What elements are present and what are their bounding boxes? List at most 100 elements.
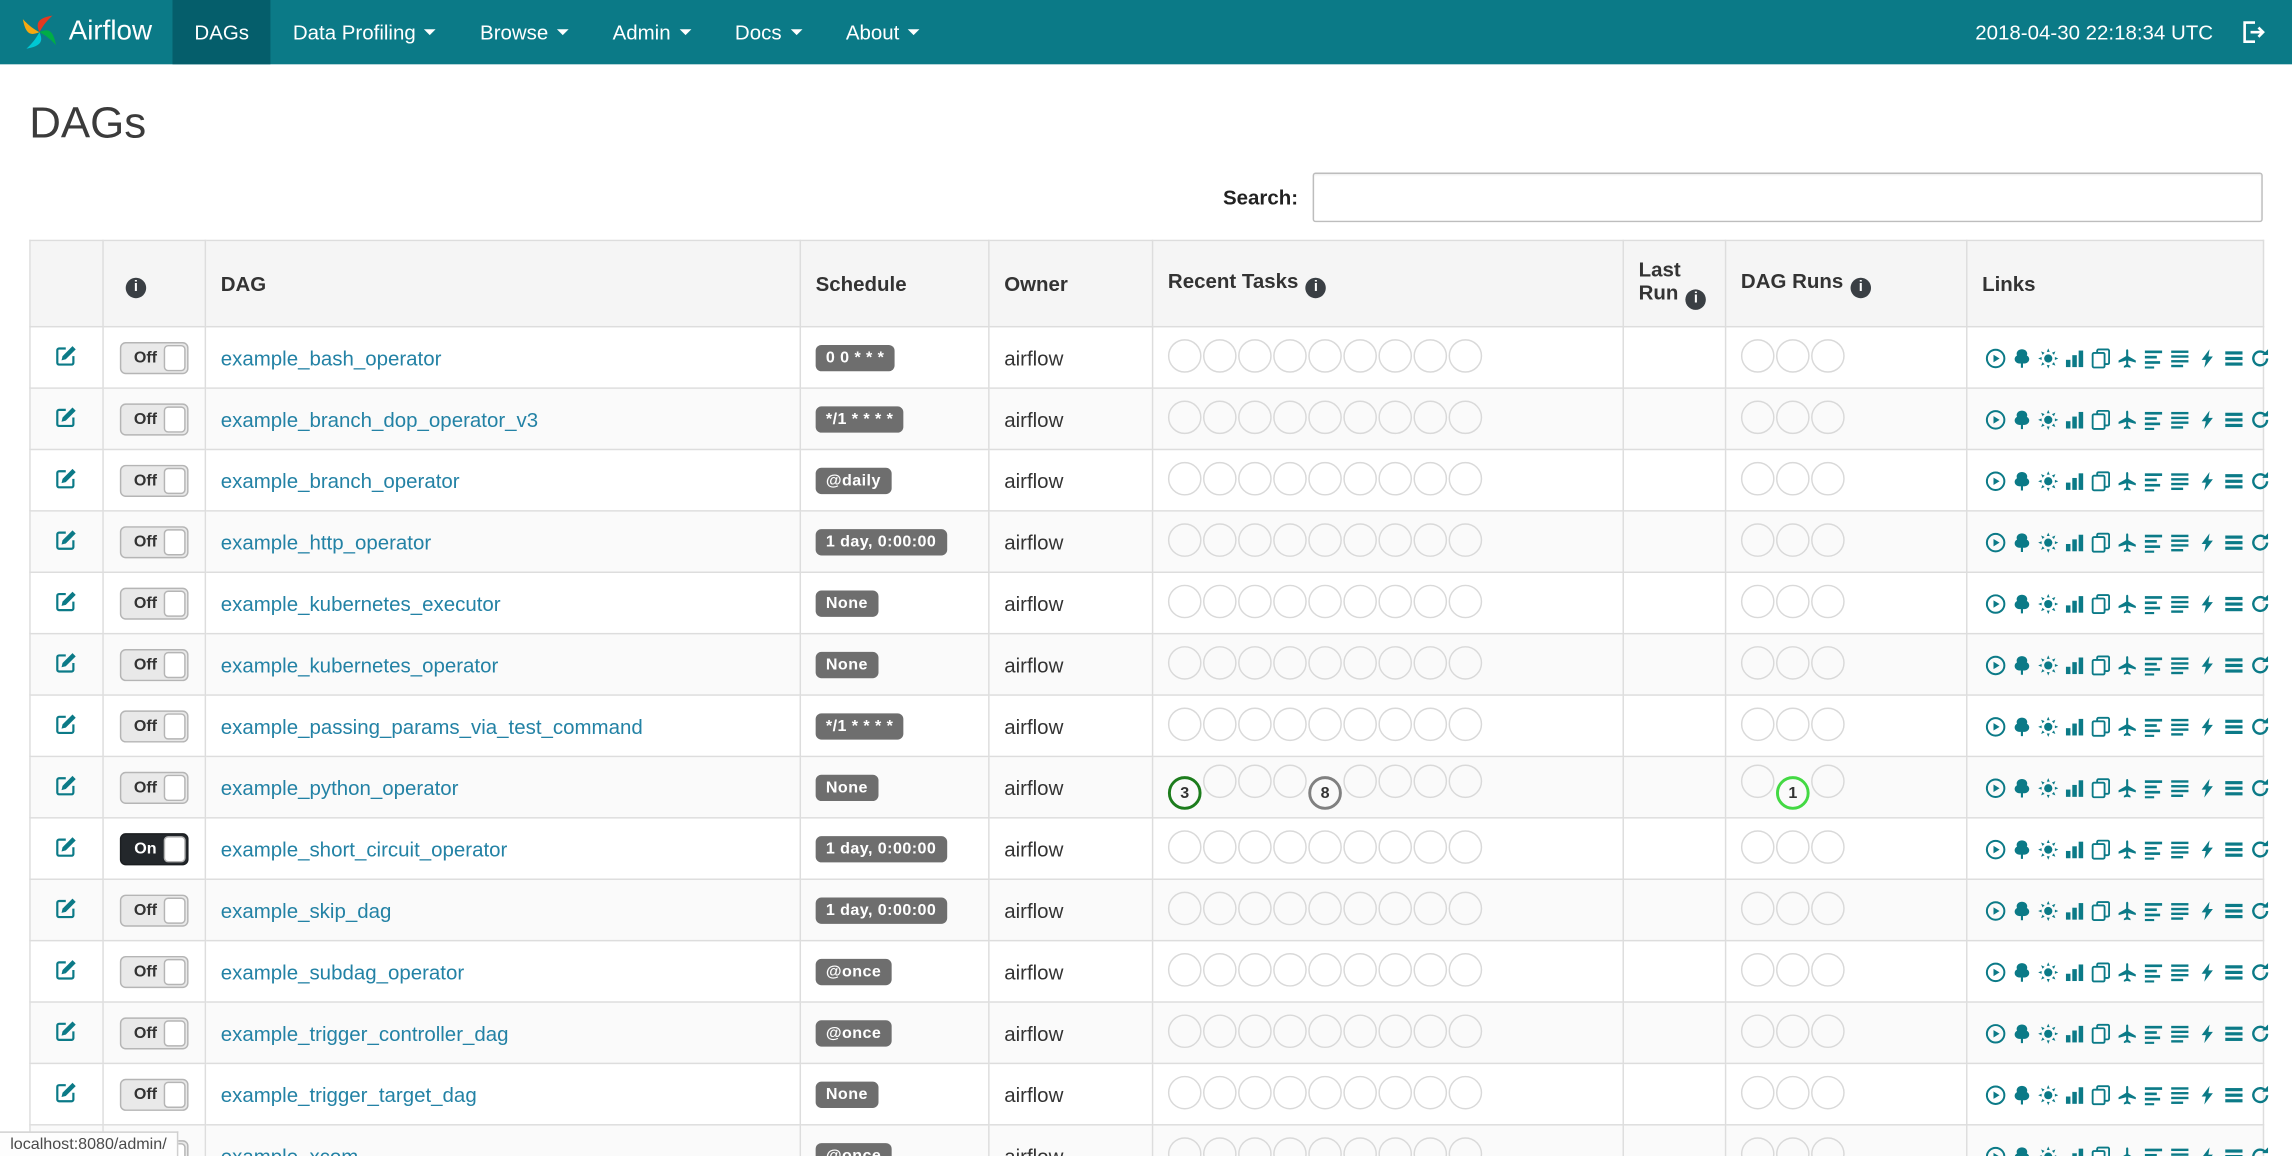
- copy-icon[interactable]: [2091, 410, 2112, 431]
- dag-link[interactable]: example_http_operator: [221, 530, 431, 553]
- copy-icon[interactable]: [2091, 1024, 2112, 1045]
- text-lines-icon[interactable]: [2170, 839, 2191, 860]
- align-left-icon[interactable]: [2143, 471, 2164, 492]
- edit-dag-button[interactable]: [54, 588, 79, 613]
- nav-dags[interactable]: DAGs: [172, 0, 271, 65]
- copy-icon[interactable]: [2091, 839, 2112, 860]
- copy-icon[interactable]: [2091, 655, 2112, 676]
- tree-icon[interactable]: [2011, 962, 2032, 983]
- sunburst-icon[interactable]: [2038, 471, 2059, 492]
- bar-chart-icon[interactable]: [2064, 410, 2085, 431]
- plane-icon[interactable]: [2117, 901, 2138, 922]
- dag-link[interactable]: example_subdag_operator: [221, 960, 464, 983]
- dag-link[interactable]: example_kubernetes_executor: [221, 591, 501, 614]
- edit-dag-button[interactable]: [54, 404, 79, 429]
- dag-link[interactable]: example_branch_dop_operator_v3: [221, 407, 538, 430]
- edit-dag-button[interactable]: [54, 1079, 79, 1104]
- bar-chart-icon[interactable]: [2064, 594, 2085, 615]
- tree-icon[interactable]: [2011, 471, 2032, 492]
- align-left-icon[interactable]: [2143, 348, 2164, 369]
- edit-dag-button[interactable]: [54, 527, 79, 552]
- dag-link[interactable]: example_bash_operator: [221, 346, 442, 369]
- play-circle-icon[interactable]: [1985, 1085, 2006, 1106]
- copy-icon[interactable]: [2091, 1146, 2112, 1156]
- dag-pause-toggle[interactable]: Off: [119, 1078, 189, 1111]
- tree-icon[interactable]: [2011, 532, 2032, 553]
- lightning-icon[interactable]: [2196, 655, 2217, 676]
- lightning-icon[interactable]: [2196, 1085, 2217, 1106]
- plane-icon[interactable]: [2117, 410, 2138, 431]
- lightning-icon[interactable]: [2196, 471, 2217, 492]
- text-lines-icon[interactable]: [2170, 471, 2191, 492]
- schedule-badge[interactable]: 1 day, 0:00:00: [815, 836, 947, 863]
- menu-lines-icon[interactable]: [2223, 839, 2244, 860]
- tree-icon[interactable]: [2011, 839, 2032, 860]
- menu-lines-icon[interactable]: [2223, 655, 2244, 676]
- schedule-badge[interactable]: @daily: [815, 467, 892, 495]
- dag-pause-toggle[interactable]: On: [119, 832, 189, 865]
- menu-lines-icon[interactable]: [2223, 348, 2244, 369]
- dag-link[interactable]: example_xcom: [221, 1144, 359, 1156]
- menu-lines-icon[interactable]: [2223, 1146, 2244, 1156]
- dag-pause-toggle[interactable]: Off: [119, 402, 189, 435]
- plane-icon[interactable]: [2117, 1024, 2138, 1045]
- refresh-icon[interactable]: [2249, 1146, 2270, 1156]
- bar-chart-icon[interactable]: [2064, 778, 2085, 799]
- edit-dag-button[interactable]: [54, 466, 79, 491]
- dag-link[interactable]: example_skip_dag: [221, 898, 392, 921]
- schedule-badge[interactable]: @once: [815, 958, 892, 986]
- sunburst-icon[interactable]: [2038, 901, 2059, 922]
- nav-admin[interactable]: Admin: [591, 0, 713, 64]
- edit-dag-button[interactable]: [54, 1018, 79, 1043]
- recent-task-circle[interactable]: 8: [1308, 776, 1342, 811]
- refresh-icon[interactable]: [2249, 778, 2270, 799]
- text-lines-icon[interactable]: [2170, 594, 2191, 615]
- play-circle-icon[interactable]: [1985, 717, 2006, 738]
- align-left-icon[interactable]: [2143, 655, 2164, 676]
- align-left-icon[interactable]: [2143, 1085, 2164, 1106]
- play-circle-icon[interactable]: [1985, 532, 2006, 553]
- refresh-icon[interactable]: [2249, 1024, 2270, 1045]
- dag-pause-toggle[interactable]: Off: [119, 464, 189, 497]
- align-left-icon[interactable]: [2143, 594, 2164, 615]
- dag-pause-toggle[interactable]: Off: [119, 1016, 189, 1049]
- sunburst-icon[interactable]: [2038, 839, 2059, 860]
- menu-lines-icon[interactable]: [2223, 471, 2244, 492]
- lightning-icon[interactable]: [2196, 901, 2217, 922]
- refresh-icon[interactable]: [2249, 655, 2270, 676]
- tree-icon[interactable]: [2011, 594, 2032, 615]
- schedule-badge[interactable]: None: [815, 1081, 879, 1108]
- dag-link[interactable]: example_branch_operator: [221, 468, 460, 491]
- schedule-badge[interactable]: 1 day, 0:00:00: [815, 897, 947, 924]
- edit-dag-button[interactable]: [54, 343, 79, 368]
- dag-link[interactable]: example_passing_params_via_test_command: [221, 714, 643, 737]
- plane-icon[interactable]: [2117, 839, 2138, 860]
- bar-chart-icon[interactable]: [2064, 532, 2085, 553]
- sunburst-icon[interactable]: [2038, 962, 2059, 983]
- plane-icon[interactable]: [2117, 532, 2138, 553]
- lightning-icon[interactable]: [2196, 532, 2217, 553]
- text-lines-icon[interactable]: [2170, 410, 2191, 431]
- align-left-icon[interactable]: [2143, 839, 2164, 860]
- tree-icon[interactable]: [2011, 1024, 2032, 1045]
- plane-icon[interactable]: [2117, 655, 2138, 676]
- edit-dag-button[interactable]: [54, 834, 79, 859]
- tree-icon[interactable]: [2011, 717, 2032, 738]
- schedule-badge[interactable]: */1 * * * *: [815, 713, 904, 740]
- plane-icon[interactable]: [2117, 778, 2138, 799]
- dag-link[interactable]: example_short_circuit_operator: [221, 837, 508, 860]
- dag-link[interactable]: example_trigger_controller_dag: [221, 1021, 509, 1044]
- dag-link[interactable]: example_python_operator: [221, 775, 459, 798]
- menu-lines-icon[interactable]: [2223, 410, 2244, 431]
- bar-chart-icon[interactable]: [2064, 1085, 2085, 1106]
- sunburst-icon[interactable]: [2038, 594, 2059, 615]
- play-circle-icon[interactable]: [1985, 471, 2006, 492]
- copy-icon[interactable]: [2091, 348, 2112, 369]
- align-left-icon[interactable]: [2143, 901, 2164, 922]
- refresh-icon[interactable]: [2249, 410, 2270, 431]
- copy-icon[interactable]: [2091, 778, 2112, 799]
- tree-icon[interactable]: [2011, 655, 2032, 676]
- edit-dag-button[interactable]: [54, 895, 79, 920]
- lightning-icon[interactable]: [2196, 962, 2217, 983]
- play-circle-icon[interactable]: [1985, 901, 2006, 922]
